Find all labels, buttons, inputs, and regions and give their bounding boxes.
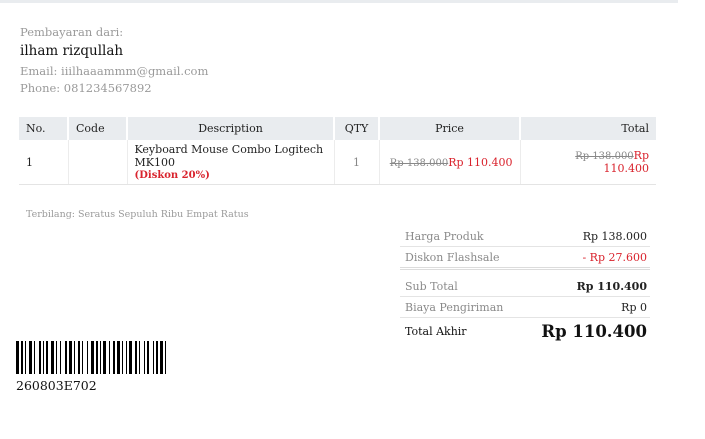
barcode-text: 260803E702 [16,378,97,393]
table-header-row: No. Code Description QTY Price Total [19,117,656,140]
diskon-label: Diskon Flashsale [405,250,500,264]
diskon-value: - Rp 27.600 [582,250,647,264]
summary-row-harga-produk: Harga Produk Rp 138.000 [400,226,650,247]
col-header-price: Price [379,117,521,140]
invoice-items-table: No. Code Description QTY Price Total 1 K… [19,117,656,185]
top-divider [0,0,678,3]
cell-description: Keyboard Mouse Combo Logitech MK100 (Dis… [127,140,335,185]
ongkir-value: Rp 0 [621,300,647,314]
subtotal-value: Rp 110.400 [576,279,647,293]
summary-row-total: Total Akhir Rp 110.400 [400,318,650,345]
payer-name: ilham rizqullah [20,43,124,59]
cell-no: 1 [19,140,69,185]
harga-produk-value: Rp 138.000 [582,229,647,243]
subtotal-label: Sub Total [405,279,458,293]
cell-code [68,140,128,185]
ongkir-label: Biaya Pengiriman [405,300,504,314]
payer-phone: Phone: 081234567892 [20,81,152,95]
amount-in-words: Terbilang: Seratus Sepuluh Ribu Empat Ra… [26,209,249,220]
col-header-total: Total [520,117,656,140]
summary-row-ongkir: Biaya Pengiriman Rp 0 [400,297,650,318]
col-header-no: No. [19,117,69,140]
table-row: 1 Keyboard Mouse Combo Logitech MK100 (D… [19,140,656,185]
price-discounted: Rp 110.400 [448,155,513,169]
barcode-image [16,341,166,374]
total-akhir-value: Rp 110.400 [541,322,647,341]
harga-produk-label: Harga Produk [405,229,484,243]
total-original: Rp 138.000 [575,151,634,162]
cell-price: Rp 138.000Rp 110.400 [379,140,521,185]
product-name: Keyboard Mouse Combo Logitech MK100 [134,142,324,169]
price-original: Rp 138.000 [389,157,449,169]
cell-qty: 1 [334,140,380,185]
summary-row-diskon: Diskon Flashsale - Rp 27.600 [400,247,650,270]
discount-label: (Diskon 20%) [134,169,210,181]
col-header-qty: QTY [334,117,380,140]
summary-panel: Harga Produk Rp 138.000 Diskon Flashsale… [400,226,650,345]
payer-info: Pembayaran dari: ilham rizqullah Email: … [20,25,420,97]
col-header-code: Code [68,117,128,140]
total-akhir-label: Total Akhir [405,325,467,338]
payer-label: Pembayaran dari: [20,25,124,39]
cell-total: Rp 138.000Rp 110.400 [520,140,656,185]
summary-row-subtotal: Sub Total Rp 110.400 [400,276,650,297]
col-header-description: Description [127,117,335,140]
payer-email: Email: iiilhaaammm@gmail.com [20,64,209,78]
